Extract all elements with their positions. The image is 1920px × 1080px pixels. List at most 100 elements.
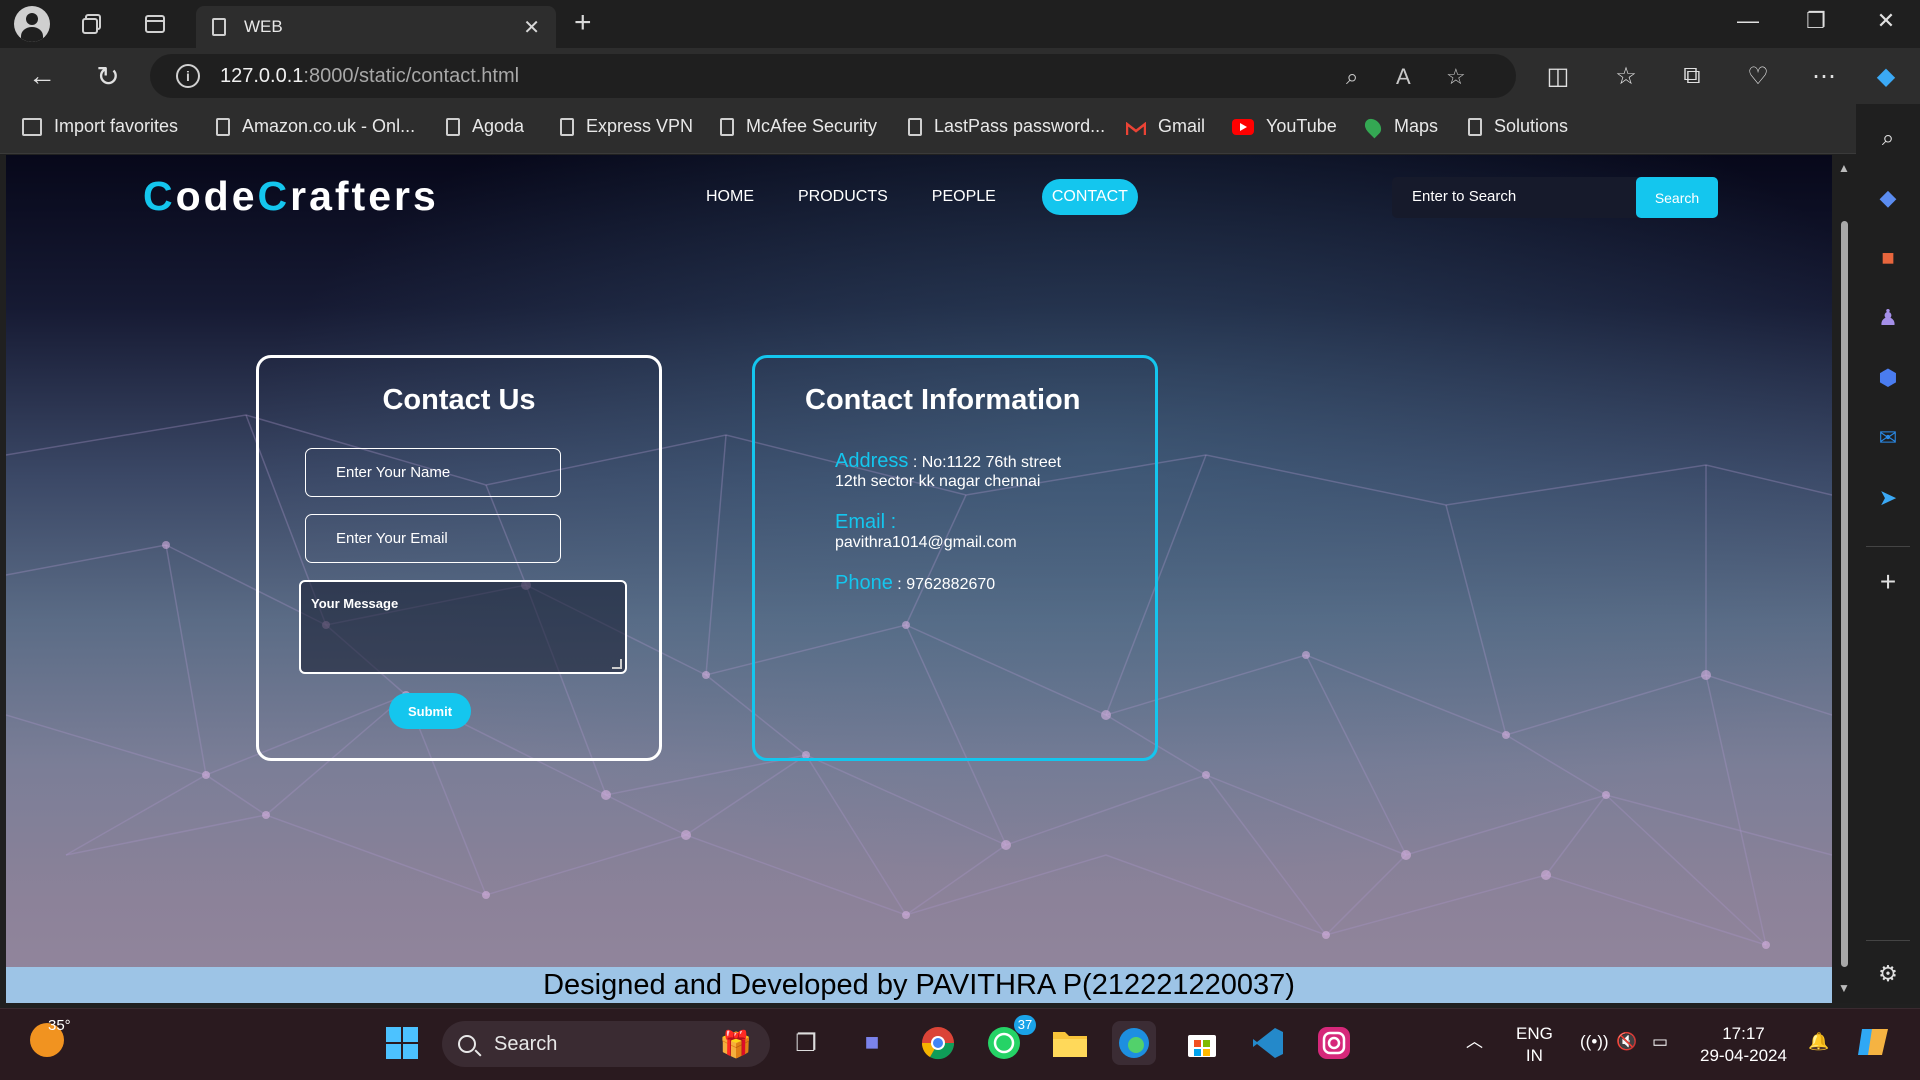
back-icon[interactable]: ← [22,60,62,92]
favorites-icon[interactable]: ☆ [1608,62,1644,91]
site-header: CodeCrafters HOME PRODUCTS PEOPLE CONTAC… [6,155,1832,245]
site-search-button[interactable]: Search [1636,177,1718,218]
store-icon[interactable] [1180,1021,1224,1065]
address-line1: No:1122 76th street [921,454,1062,471]
nav-people[interactable]: PEOPLE [922,179,1006,215]
battery-icon[interactable]: ▭ [1652,1031,1668,1053]
search-icon [458,1035,476,1053]
restore-icon[interactable]: ❐ [1796,8,1836,34]
fav-label: Amazon.co.uk - Onl... [242,116,416,136]
more-options-icon[interactable]: ⋯ [1806,62,1842,91]
copilot-taskbar-icon[interactable] [1856,1025,1890,1065]
minimize-icon[interactable]: — [1728,8,1768,34]
tab-actions-icon[interactable] [139,8,171,40]
page-icon [216,117,230,136]
fav-label: Import favorites [54,116,179,136]
volume-muted-icon[interactable]: 🔇 [1616,1031,1637,1053]
close-window-icon[interactable]: ✕ [1866,8,1906,34]
page-icon [446,117,460,136]
fav-label: McAfee Security [746,116,878,136]
workspaces-icon[interactable] [76,8,108,40]
chrome-icon[interactable] [916,1021,960,1065]
logo-text: rafters [290,173,439,219]
teams-icon[interactable]: ■ [850,1021,894,1065]
profile-avatar-icon[interactable] [14,6,50,42]
sidebar-search-icon[interactable]: ⌕ [1874,124,1902,152]
edge-sidebar: ⌕ ◆ ■ ♟ ⬢ ✉ ➤ + ⚙ [1856,104,1920,1004]
email-input[interactable]: Enter Your Email [305,514,561,563]
whatsapp-icon[interactable]: 37 [982,1015,1036,1065]
scroll-down-icon[interactable]: ▼ [1838,981,1850,995]
fav-agoda[interactable]: Agoda [446,116,524,137]
submit-button[interactable]: Submit [389,693,471,729]
zoom-icon[interactable]: ⌕ [1346,64,1358,90]
fav-maps[interactable]: Maps [1361,115,1438,138]
edge-icon[interactable] [1112,1021,1156,1065]
tab-web[interactable]: WEB ✕ [196,6,556,48]
nav-home[interactable]: HOME [696,179,764,215]
name-input[interactable]: Enter Your Name [305,448,561,497]
fav-label: YouTube [1266,116,1337,136]
fav-label: Gmail [1158,116,1206,136]
task-view-icon[interactable]: ❐ [784,1021,828,1065]
nav-contact[interactable]: CONTACT [1041,179,1138,215]
scroll-up-icon[interactable]: ▲ [1838,161,1850,175]
sidebar-divider [1866,940,1910,941]
show-hidden-icons[interactable]: ︿ [1466,1031,1483,1053]
taskbar-search[interactable]: Search 🎁 [442,1021,770,1067]
microsoft365-icon[interactable]: ⬢ [1874,364,1902,392]
resize-handle-icon[interactable] [612,659,622,669]
outlook-icon[interactable]: ✉ [1874,424,1902,452]
refresh-icon[interactable]: ↻ [88,60,128,93]
fav-import-favorites[interactable]: Import favorites [22,116,178,137]
new-tab-icon[interactable]: + [574,6,592,40]
nav-products[interactable]: PRODUCTS [788,179,898,215]
message-textarea[interactable]: Your Message [299,580,627,674]
site-info-icon[interactable]: i [176,64,200,88]
split-screen-icon[interactable]: ◫ [1540,62,1576,91]
page-icon [908,117,922,136]
tools-icon[interactable]: ■ [1874,244,1902,272]
contact-info-title: Contact Information [805,384,1081,416]
fav-amazon[interactable]: Amazon.co.uk - Onl... [216,116,415,137]
language-indicator[interactable]: ENG IN [1516,1023,1553,1067]
collections-icon[interactable]: ⧉ [1674,62,1710,90]
sidebar-settings-icon[interactable]: ⚙ [1874,960,1902,988]
fav-express-vpn[interactable]: Express VPN [560,116,693,137]
vscode-icon[interactable] [1246,1021,1290,1065]
fav-solutions[interactable]: Solutions [1468,116,1568,137]
file-explorer-icon[interactable] [1048,1021,1092,1065]
url-field[interactable]: i 127.0.0.1:8000/static/contact.html ⌕ A… [150,54,1516,98]
site-logo[interactable]: CodeCrafters [143,173,439,220]
notifications-icon[interactable]: 🔔 [1808,1031,1829,1053]
address-line2: 12th sector kk nagar chennai [835,473,1041,490]
clock[interactable]: 17:17 29-04-2024 [1700,1023,1787,1067]
taskbar: 35° Search 🎁 ❐ ■ 37 ︿ ENG IN ((•)) 🔇 ▭ 17… [0,1008,1920,1080]
read-aloud-icon[interactable]: A [1396,64,1411,90]
add-sidebar-app-icon[interactable]: + [1874,566,1902,597]
address-label: Address [835,450,909,472]
contact-info-card: Contact Information Address : No:1122 76… [752,355,1158,761]
wifi-icon[interactable]: ((•)) [1580,1031,1609,1053]
page-scrollbar[interactable]: ▲ ▼ [1832,155,1856,1003]
fav-lastpass[interactable]: LastPass password... [908,116,1105,137]
drop-icon[interactable]: ➤ [1874,484,1902,512]
start-icon[interactable] [380,1021,424,1065]
site-search-input[interactable]: Enter to Search [1412,188,1516,205]
fav-youtube[interactable]: YouTube [1232,116,1337,137]
logo-letter: C [143,173,176,219]
tab-title: WEB [244,17,283,36]
games-icon[interactable]: ♟ [1874,304,1902,332]
scroll-thumb[interactable] [1841,221,1848,967]
url-host: 127.0.0.1 [220,64,304,87]
email-block: Email : pavithra1014@gmail.com [835,511,1017,551]
close-tab-icon[interactable]: ✕ [523,15,540,40]
fav-mcafee[interactable]: McAfee Security [720,116,877,137]
instagram-icon[interactable] [1312,1021,1356,1065]
fav-gmail[interactable]: Gmail [1125,116,1206,137]
browser-essentials-icon[interactable]: ♡ [1740,62,1776,91]
favorite-star-icon[interactable]: ☆ [1446,64,1466,90]
copilot-icon[interactable]: ◆ [1868,62,1904,91]
shopping-icon[interactable]: ◆ [1874,184,1902,212]
maps-icon [1361,115,1385,138]
